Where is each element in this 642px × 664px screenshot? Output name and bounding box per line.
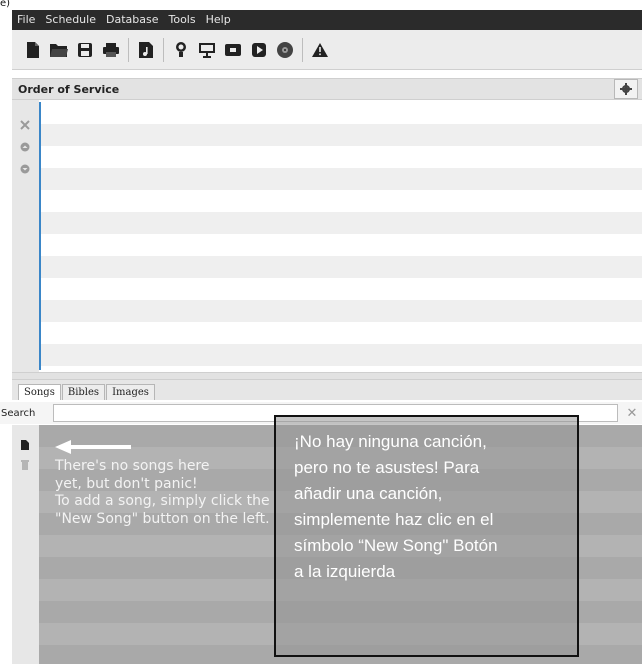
empty-songs-message: There's no songs here yet, but don't pan… [55, 458, 270, 528]
disc-icon [277, 41, 293, 58]
tab-images[interactable]: Images [106, 384, 155, 400]
presentation-button[interactable] [196, 38, 218, 62]
open-folder-icon [50, 43, 68, 57]
tab-bibles[interactable]: Bibles [61, 384, 106, 400]
overlay-line: a la izquierda [294, 562, 396, 581]
video-icon [225, 43, 241, 56]
order-of-service-list[interactable] [39, 102, 642, 370]
empty-message-line: To add a song, simply click the [55, 493, 270, 509]
play-button[interactable] [248, 38, 270, 62]
toolbar-separator [302, 37, 303, 62]
empty-message-line: There's no songs here [55, 458, 210, 474]
move-up-icon[interactable] [20, 142, 30, 152]
menu-help[interactable]: Help [201, 10, 236, 30]
songs-side-controls [12, 425, 39, 664]
song-button[interactable] [135, 38, 157, 62]
menu-schedule[interactable]: Schedule [40, 10, 101, 30]
panel-title: Order of Service [18, 82, 120, 96]
new-schedule-button[interactable] [22, 38, 44, 62]
menu-tools[interactable]: Tools [163, 10, 200, 30]
menu-database[interactable]: Database [101, 10, 164, 30]
dvd-button[interactable] [274, 38, 296, 62]
toolbar-separator [128, 37, 129, 62]
move-down-icon[interactable] [20, 164, 30, 174]
video-button[interactable] [222, 38, 244, 62]
notice-button[interactable] [170, 38, 192, 62]
search-label: Search [1, 407, 36, 419]
delete-song-icon[interactable] [20, 459, 30, 471]
translation-overlay: ¡No hay ninguna canción, pero no te asus… [274, 415, 579, 657]
empty-message-line: yet, but don't panic! [55, 475, 198, 492]
music-icon [139, 41, 153, 58]
warning-button[interactable] [309, 38, 331, 62]
clear-search-icon[interactable]: ✕ [622, 406, 642, 421]
tab-songs[interactable]: Songs [18, 384, 61, 400]
panel-options-button[interactable] [614, 79, 638, 99]
gear-icon [620, 83, 632, 95]
menu-bar: File Schedule Database Tools Help [12, 10, 642, 30]
new-song-icon[interactable] [20, 439, 30, 451]
overlay-line: pero no te asustes! Para [294, 458, 480, 477]
left-arrow-icon [55, 440, 131, 454]
pane-splitter[interactable] [12, 372, 642, 380]
toolbar-separator [163, 37, 164, 62]
order-of-service-header: Order of Service [12, 78, 642, 100]
overlay-line: símbolo “New Song" Botón [294, 536, 498, 555]
open-schedule-button[interactable] [48, 38, 70, 62]
menu-file[interactable]: File [12, 10, 40, 30]
print-schedule-button[interactable] [100, 38, 122, 62]
save-icon [78, 42, 92, 57]
save-schedule-button[interactable] [74, 38, 96, 62]
new-file-icon [27, 41, 39, 58]
warning-icon [312, 42, 328, 57]
library-tabs: Songs Bibles Images [12, 380, 642, 400]
play-icon [252, 42, 266, 57]
order-side-controls [12, 100, 39, 372]
overlay-line: simplemente haz clic en el [294, 510, 494, 529]
empty-message-line: "New Song" button on the left. [55, 510, 270, 527]
corner-label: e) [0, 0, 11, 9]
presentation-icon [199, 42, 215, 58]
print-icon [103, 42, 119, 57]
overlay-line: ¡No hay ninguna canción, [294, 432, 487, 451]
bulb-icon [176, 41, 186, 57]
overlay-line: añadir una canción, [294, 484, 443, 503]
toolbar [12, 30, 642, 70]
remove-item-icon[interactable] [20, 120, 30, 130]
